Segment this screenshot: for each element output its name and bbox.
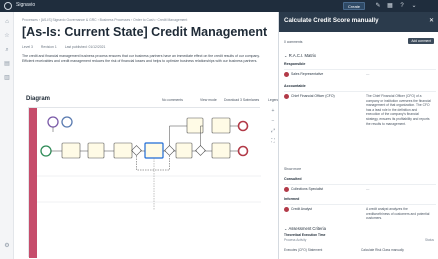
details-panel: Calculate Credit Score manually ✕ 0 comm… — [278, 12, 438, 259]
informed-label: Informed — [284, 197, 300, 201]
breadcrumb[interactable]: Processes › [AS-IS] Signavio Governance … — [22, 18, 187, 22]
table-column-header: Process Activity — [284, 238, 307, 242]
logo-icon[interactable] — [4, 2, 12, 10]
revision-label: Revision 1 — [40, 45, 57, 49]
responsible-row: Sales Representative — — [284, 69, 436, 79]
role-description: — — [366, 187, 370, 191]
consulted-row: Collections Specialist — — [284, 184, 436, 193]
page-meta: Level 3 Revision 1 Last published: 01/12… — [22, 45, 112, 49]
role-description: A credit analyst analyzes the creditwort… — [366, 207, 430, 221]
brand-name: Signavio — [16, 2, 36, 8]
table-header: Process Activity Status — [284, 238, 436, 244]
panel-title: Calculate Credit Score manually — [284, 17, 379, 24]
end-event-icon[interactable] — [237, 145, 249, 157]
panel-header: Calculate Credit Score manually ✕ — [279, 12, 438, 32]
role-description: The Chief Financial Officer (CFO) of a c… — [366, 94, 431, 126]
responsible-label: Responsible — [284, 62, 306, 66]
level-badge: Level 3 — [22, 45, 33, 49]
settings-icon[interactable]: ⚙ — [3, 242, 11, 250]
assessment-subheader: Theoretical Execution Time — [284, 233, 326, 237]
left-rail: ⌂ ☆ ⌕ ▤ ▥ ⚙ — [0, 12, 14, 259]
task-box[interactable] — [113, 142, 133, 159]
task-box-selected[interactable] — [144, 142, 164, 159]
comments-count[interactable]: 0 comments — [284, 40, 302, 44]
analytics-icon[interactable]: ▥ — [3, 74, 11, 82]
table-column-header: Status — [424, 238, 434, 242]
published-label: Last published: 01/12/2021 — [64, 45, 106, 49]
more-icon[interactable]: ⋯ — [254, 30, 260, 35]
task-box[interactable] — [175, 142, 193, 159]
table-cell: Executes (CFO) Statement — [284, 248, 323, 252]
title-actions[interactable]: ☆⇪⋯ — [243, 30, 260, 35]
collection-icon[interactable]: ▤ — [3, 60, 11, 68]
close-icon[interactable]: ✕ — [429, 17, 434, 24]
help-icon[interactable]: ? — [398, 2, 406, 10]
start-event-icon[interactable] — [40, 145, 52, 157]
start-event-icon[interactable] — [47, 116, 59, 128]
text-fade — [284, 156, 434, 166]
zoom-controls: + − ⤢ ⛶ — [270, 108, 278, 148]
role-icon — [284, 207, 289, 212]
star-icon[interactable]: ☆ — [3, 32, 11, 40]
assessment-header-label: Assessment Criteria — [288, 226, 326, 231]
role-icon — [284, 94, 289, 99]
grid-icon[interactable]: ▦ — [386, 2, 394, 10]
role-name[interactable]: Collections Specialist — [291, 187, 323, 191]
table-cell: Calculate Risk Class manually — [361, 248, 404, 252]
raci-header[interactable]: ⌄ R.A.C.I. Matrix — [284, 53, 316, 58]
zoom-in-icon[interactable]: + — [270, 108, 276, 114]
informed-row: Credit Analyst A credit analyst analyzes… — [284, 204, 436, 222]
role-description: — — [366, 72, 370, 76]
comments-toggle[interactable]: No comments — [162, 98, 183, 102]
page-title: [As-Is: Current State] Credit Management — [22, 25, 268, 39]
task-box[interactable] — [211, 117, 231, 134]
accountable-label: Accountable — [284, 84, 306, 88]
add-comment-button[interactable]: Add comment — [408, 38, 434, 44]
main-content: Processes › [AS-IS] Signavio Governance … — [14, 12, 279, 259]
chevron-down-icon[interactable]: ⌄ — [410, 2, 418, 10]
fit-icon[interactable]: ⤢ — [270, 128, 276, 134]
download-button[interactable]: Download 3 Swimlanes — [224, 98, 259, 102]
lane-header-3[interactable] — [29, 202, 37, 258]
process-description: The credit and financial management busi… — [22, 54, 260, 63]
lane-header-1[interactable] — [29, 108, 37, 176]
role-name[interactable]: Sales Representative — [291, 72, 323, 76]
role-name[interactable]: Credit Analyst — [291, 207, 312, 211]
assessment-header[interactable]: ⌄ Assessment Criteria — [284, 226, 326, 231]
home-icon[interactable]: ⌂ — [3, 18, 11, 26]
diagram-title[interactable]: Diagram — [26, 96, 50, 102]
diagram-header: Diagram No comments View mode Download 3… — [22, 95, 292, 105]
accountable-row: Chief Financial Officer (CFO) The Chief … — [284, 91, 436, 163]
task-box[interactable] — [211, 142, 231, 159]
pencil-icon[interactable]: ✎ — [374, 2, 382, 10]
consulted-label: Consulted — [284, 177, 302, 181]
lane-header-2[interactable] — [29, 176, 37, 202]
end-event-icon[interactable] — [237, 120, 249, 132]
bpmn-diagram — [29, 108, 261, 258]
raci-header-label: R.A.C.I. Matrix — [288, 53, 316, 58]
task-box[interactable] — [61, 142, 81, 159]
bpmn-diagram-canvas[interactable] — [28, 107, 261, 258]
message-event-icon[interactable] — [61, 116, 73, 128]
zoom-out-icon[interactable]: − — [270, 118, 276, 124]
role-icon — [284, 187, 289, 192]
top-bar: Signavio Create ✎ ▦ ? ⌄ — [0, 0, 438, 12]
task-box[interactable] — [87, 142, 105, 159]
role-name[interactable]: Chief Financial Officer (CFO) — [291, 94, 351, 99]
role-icon — [284, 72, 289, 77]
search-icon[interactable]: ⌕ — [3, 46, 11, 54]
show-more-link[interactable]: Show more — [284, 167, 301, 171]
table-row[interactable]: Executes (CFO) Statement Calculate Risk … — [284, 248, 436, 254]
fullscreen-icon[interactable]: ⛶ — [270, 138, 276, 144]
view-mode-select[interactable]: View mode — [200, 98, 217, 102]
create-button[interactable]: Create — [343, 2, 366, 10]
